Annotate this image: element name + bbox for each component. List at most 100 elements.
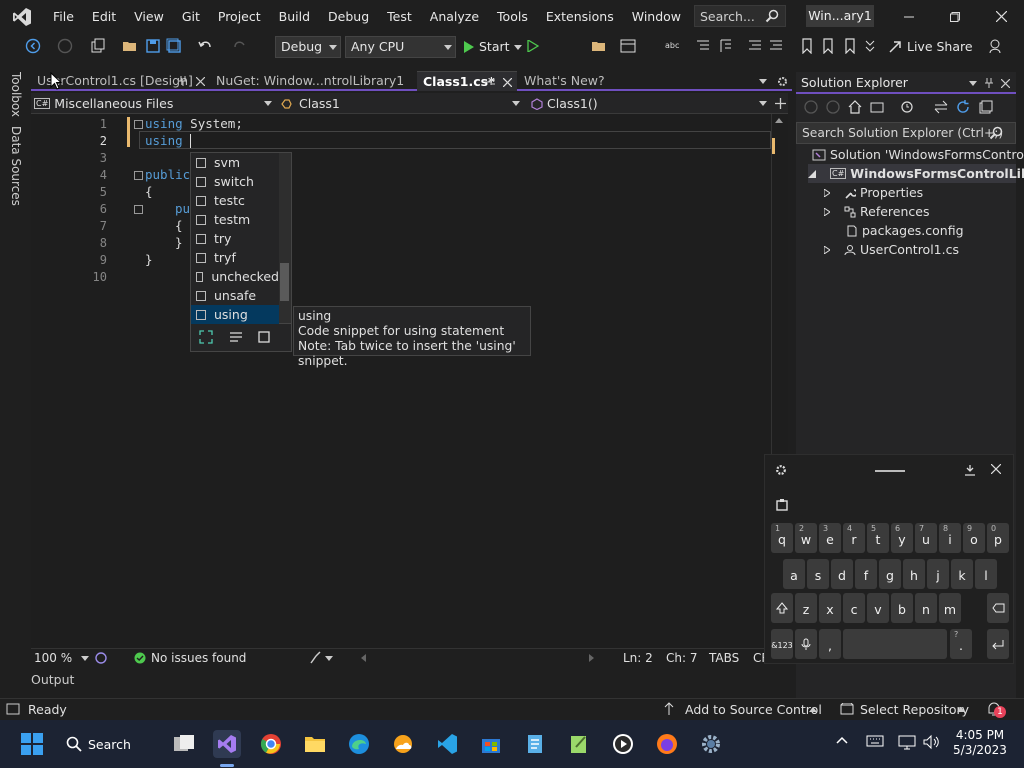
comment-icon[interactable] xyxy=(745,36,765,56)
completion-item[interactable]: svm xyxy=(191,153,279,172)
tab-list-dropdown-icon[interactable] xyxy=(759,71,767,91)
gear-icon[interactable] xyxy=(775,464,787,476)
chevron-down-icon[interactable] xyxy=(325,649,333,667)
key-i[interactable]: 8i xyxy=(939,523,961,553)
notifications-button[interactable]: 1 xyxy=(986,701,1008,719)
visual-studio-code-icon[interactable] xyxy=(433,730,461,758)
settings-icon[interactable] xyxy=(697,730,725,758)
menu-edit[interactable]: Edit xyxy=(83,0,125,33)
output-panel-tab[interactable]: Output xyxy=(31,670,788,690)
global-search-input[interactable]: Search... xyxy=(694,5,786,27)
menu-extensions[interactable]: Extensions xyxy=(537,0,623,33)
toolbox-tab[interactable]: Toolbox xyxy=(9,72,23,117)
pending-changes-icon[interactable] xyxy=(900,100,914,114)
scrollbar-thumb[interactable] xyxy=(280,263,289,301)
completion-item[interactable]: unsafe xyxy=(191,286,279,305)
redo-icon[interactable] xyxy=(230,36,250,56)
navigate-forward-icon[interactable] xyxy=(55,36,75,56)
file-explorer-icon[interactable] xyxy=(589,36,609,56)
key-z[interactable]: z xyxy=(795,593,817,623)
member-dropdown[interactable]: Class1() xyxy=(531,93,761,114)
space-key[interactable] xyxy=(843,629,947,659)
cursor-line[interactable]: Ln: 2 xyxy=(623,649,653,667)
backspace-key[interactable] xyxy=(987,593,1009,623)
close-tab-icon[interactable] xyxy=(196,71,205,91)
tree-item-project[interactable]: C# WindowsFormsControlLibrary1 xyxy=(808,164,1024,183)
navigate-back-icon[interactable] xyxy=(23,36,43,56)
completion-item[interactable]: tryf xyxy=(191,248,279,267)
save-icon[interactable] xyxy=(143,36,163,56)
microphone-key[interactable] xyxy=(795,629,817,659)
tree-item-properties[interactable]: Properties xyxy=(824,183,923,202)
tab-class1[interactable]: Class1.cs* xyxy=(417,71,517,91)
menu-view[interactable]: View xyxy=(125,0,173,33)
taskbar-search[interactable]: Search xyxy=(66,732,131,756)
network-icon[interactable] xyxy=(898,734,916,750)
indent-mode[interactable]: TABS xyxy=(709,649,739,667)
solution-title-badge[interactable]: Win...ary1 xyxy=(806,5,874,27)
feedback-icon[interactable] xyxy=(985,36,1005,56)
bookmark-icon[interactable] xyxy=(797,36,817,56)
pin-icon[interactable] xyxy=(485,72,495,92)
copilot-icon[interactable] xyxy=(94,649,108,667)
start-debugging-button[interactable]: Start xyxy=(463,36,522,58)
key-l[interactable]: l xyxy=(975,559,997,589)
collapse-icon[interactable] xyxy=(134,120,143,129)
symbols-key[interactable]: &123 xyxy=(771,629,793,659)
task-view-icon[interactable] xyxy=(170,730,198,758)
previous-bookmark-icon[interactable] xyxy=(818,36,838,56)
collapse-icon[interactable] xyxy=(134,205,143,214)
chevron-down-icon[interactable] xyxy=(81,649,89,667)
close-tab-icon[interactable] xyxy=(503,72,512,92)
collapse-all-icon[interactable] xyxy=(979,100,993,114)
solution-explorer-search-input[interactable]: Search Solution Explorer (Ctrl+;) xyxy=(796,122,1016,144)
close-icon[interactable] xyxy=(991,464,1001,474)
visual-studio-logo-icon[interactable] xyxy=(0,0,44,33)
completion-item[interactable]: switch xyxy=(191,172,279,191)
undo-icon[interactable] xyxy=(195,36,215,56)
chevron-down-icon[interactable] xyxy=(969,72,977,94)
touch-keyboard[interactable]: &123 , ?. 1q2w3e4r5t6y7u8i9o0pasdfghjklz… xyxy=(764,454,1014,664)
completion-item[interactable]: testc xyxy=(191,191,279,210)
menu-test[interactable]: Test xyxy=(378,0,421,33)
tree-item-references[interactable]: References xyxy=(824,202,929,221)
maximize-button[interactable] xyxy=(932,0,978,33)
key-c[interactable]: c xyxy=(843,593,865,623)
keyword-filter-icon[interactable] xyxy=(229,330,243,344)
key-m[interactable]: m xyxy=(939,593,961,623)
key-r[interactable]: 4r xyxy=(843,523,865,553)
pin-icon[interactable] xyxy=(985,72,993,94)
key-n[interactable]: n xyxy=(915,593,937,623)
clipboard-icon[interactable] xyxy=(776,499,788,511)
show-hidden-icons-chevron[interactable] xyxy=(836,736,848,744)
code-editor[interactable]: 1 2 3 4 5 6 7 8 9 10 using System; using… xyxy=(31,114,771,648)
tree-item-usercontrol1[interactable]: UserControl1.cs xyxy=(824,240,959,259)
key-b[interactable]: b xyxy=(891,593,913,623)
key-p[interactable]: 0p xyxy=(987,523,1009,553)
tree-item-solution[interactable]: Solution 'WindowsFormsControlLib xyxy=(812,145,1024,164)
menu-analyze[interactable]: Analyze xyxy=(421,0,488,33)
completion-scrollbar[interactable] xyxy=(279,153,291,323)
key-q[interactable]: 1q xyxy=(771,523,793,553)
period-key[interactable]: ?. xyxy=(950,629,972,659)
menu-window[interactable]: Window xyxy=(623,0,690,33)
chrome-icon[interactable] xyxy=(257,730,285,758)
key-u[interactable]: 7u xyxy=(915,523,937,553)
key-f[interactable]: f xyxy=(855,559,877,589)
next-bookmark-icon[interactable] xyxy=(840,36,860,56)
media-player-icon[interactable] xyxy=(609,730,637,758)
key-v[interactable]: v xyxy=(867,593,889,623)
key-t[interactable]: 5t xyxy=(867,523,889,553)
menu-project[interactable]: Project xyxy=(209,0,270,33)
gear-icon[interactable] xyxy=(777,71,788,91)
shift-key[interactable] xyxy=(771,593,793,623)
menu-debug[interactable]: Debug xyxy=(319,0,378,33)
key-o[interactable]: 9o xyxy=(963,523,985,553)
snippet-filter-icon[interactable] xyxy=(257,330,271,344)
key-e[interactable]: 3e xyxy=(819,523,841,553)
project-scope-dropdown[interactable]: C# Miscellaneous Files xyxy=(34,93,274,114)
forward-icon[interactable] xyxy=(826,100,840,114)
refresh-icon[interactable] xyxy=(956,100,970,114)
completion-item[interactable]: unchecked xyxy=(191,267,279,286)
key-g[interactable]: g xyxy=(879,559,901,589)
